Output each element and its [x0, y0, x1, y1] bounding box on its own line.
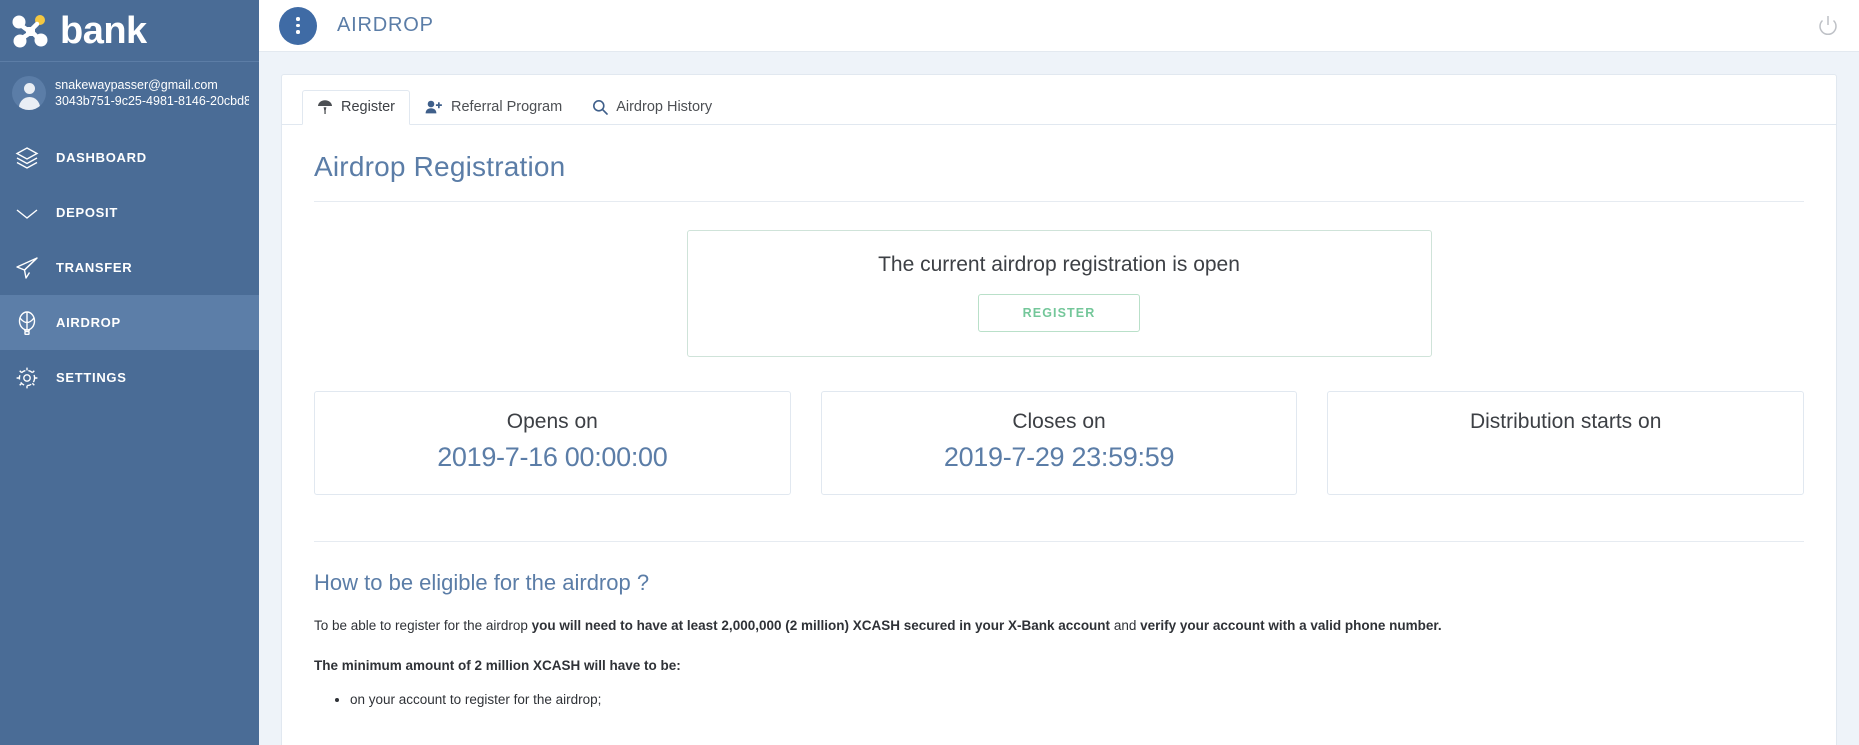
sidebar-item-deposit[interactable]: DEPOSIT [0, 185, 259, 240]
sidebar-item-label: DASHBOARD [56, 150, 147, 165]
x-bank-logo-icon [10, 11, 54, 51]
date-card-row: Opens on 2019-7-16 00:00:00 Closes on 20… [314, 391, 1805, 495]
hot-air-balloon-icon [14, 310, 56, 336]
sidebar-item-label: DEPOSIT [56, 205, 118, 220]
user-email: snakewaypasser@gmail.com [55, 77, 218, 92]
sidebar-item-transfer[interactable]: TRANSFER [0, 240, 259, 295]
eligibility-heading: How to be eligible for the airdrop ? [314, 541, 1804, 596]
eligibility-bold-requirement: you will need to have at least 2,000,000… [531, 618, 1111, 633]
tab-referral-program[interactable]: Referral Program [410, 90, 577, 125]
eligibility-bullet-list: on your account to register for the aird… [314, 689, 1804, 711]
sidebar-nav: DASHBOARD DEPOSIT TRANSFER AIRDROP SETTI… [0, 130, 259, 405]
layers-icon [14, 145, 56, 171]
tab-label: Register [341, 99, 395, 115]
tab-bar: Register Referral Program Airdrop Histor… [282, 75, 1836, 125]
paper-plane-icon [14, 255, 56, 281]
date-card-value: 2019-7-29 23:59:59 [943, 442, 1175, 472]
sidebar-item-label: SETTINGS [56, 370, 127, 385]
sidebar: bank snakewaypasser@gmail.com 3043b751-9… [0, 0, 259, 745]
power-icon[interactable] [1815, 13, 1841, 39]
date-card-closes-on: Closes on 2019-7-29 23:59:59 [820, 391, 1298, 495]
topbar: AIRDROP [259, 0, 1859, 52]
date-card-distribution-starts-on: Distribution starts on [1327, 391, 1805, 495]
airdrop-card: Register Referral Program Airdrop Histor… [281, 74, 1837, 745]
date-card-label: Distribution starts on [1469, 410, 1662, 433]
sidebar-item-settings[interactable]: SETTINGS [0, 350, 259, 405]
register-panel: Airdrop Registration The current airdrop… [282, 125, 1836, 711]
register-button[interactable]: REGISTER [977, 294, 1141, 332]
avatar [12, 76, 46, 110]
date-card-opens-on: Opens on 2019-7-16 00:00:00 [314, 391, 791, 495]
page-title: AIRDROP [337, 14, 434, 36]
content-area: Register Referral Program Airdrop Histor… [259, 52, 1859, 745]
app-root: bank snakewaypasser@gmail.com 3043b751-9… [0, 0, 1859, 745]
sidebar-item-label: TRANSFER [56, 260, 133, 275]
chevron-down-icon [14, 200, 56, 226]
eligibility-bold-verify: verify your account with a valid phone n… [1140, 618, 1442, 633]
eligibility-lead: To be able to register for the airdrop [314, 618, 532, 633]
tab-register[interactable]: Register [302, 90, 410, 125]
brand-header[interactable]: bank [0, 0, 259, 62]
list-item: on your account to register for the aird… [350, 689, 1804, 711]
tab-airdrop-history[interactable]: Airdrop History [577, 90, 727, 125]
user-profile[interactable]: snakewaypasser@gmail.com 3043b751-9c25-4… [0, 62, 259, 124]
gear-icon [14, 365, 56, 391]
tab-label: Airdrop History [616, 99, 713, 115]
brand-name: bank [60, 9, 147, 52]
tab-label: Referral Program [451, 99, 563, 115]
date-card-label: Closes on [1012, 410, 1106, 433]
eligibility-conjunction: and [1110, 618, 1141, 633]
date-card-value: 2019-7-16 00:00:00 [437, 442, 668, 472]
search-icon [592, 99, 609, 115]
parachute-icon [317, 99, 333, 115]
page-heading: Airdrop Registration [314, 151, 1804, 202]
sidebar-item-dashboard[interactable]: DASHBOARD [0, 130, 259, 185]
minimum-amount-subheading: The minimum amount of 2 million XCASH wi… [314, 658, 681, 673]
registration-status-text: The current airdrop registration is open [878, 253, 1240, 276]
vertical-dots-icon[interactable] [279, 6, 317, 45]
main-region: AIRDROP Register Referral Program Airdro… [259, 0, 1859, 745]
user-id: 3043b751-9c25-4981-8146-20cbd812e [55, 93, 249, 108]
user-plus-icon [425, 99, 443, 115]
sidebar-item-airdrop[interactable]: AIRDROP [0, 295, 259, 350]
sidebar-item-label: AIRDROP [56, 315, 121, 330]
eligibility-paragraph: To be able to register for the airdrop y… [314, 616, 1804, 636]
date-card-label: Opens on [506, 410, 598, 433]
registration-status-box: The current airdrop registration is open… [686, 230, 1432, 357]
